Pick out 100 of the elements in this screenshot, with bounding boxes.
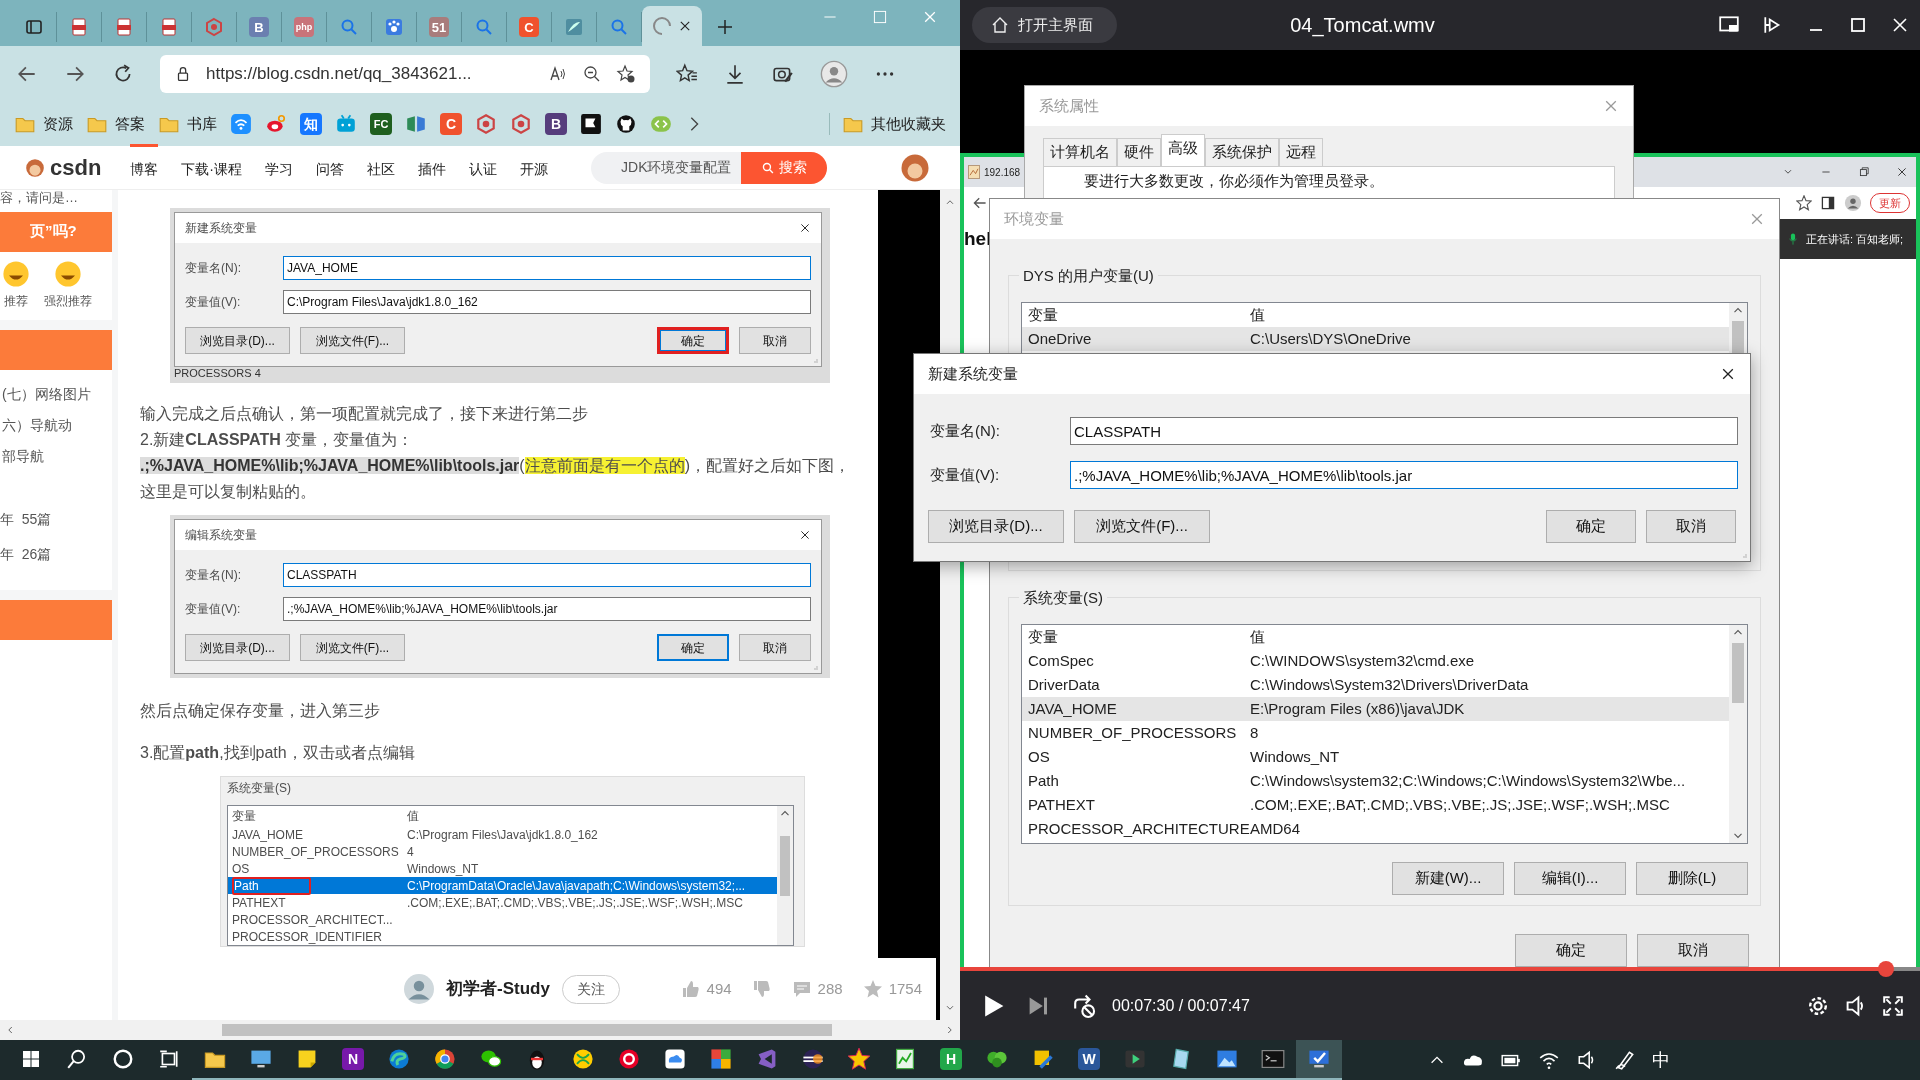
star-outline-icon[interactable] xyxy=(1796,195,1812,211)
dialog-button[interactable]: 确定 xyxy=(1515,934,1627,967)
flag-icon[interactable] xyxy=(580,113,602,135)
dialog-button[interactable]: 确定 xyxy=(657,634,729,661)
dialog-button[interactable]: 浏览目录(D)... xyxy=(185,327,290,354)
tab[interactable]: 高级 xyxy=(1161,134,1205,166)
list-row[interactable]: PATHEXT .COM;.EXE;.BAT;.CMD;.VBS;.VBE;.JS;.JSE;.WSF;.WSH;.MSC xyxy=(1022,793,1729,817)
hexagon-icon[interactable] xyxy=(475,113,497,135)
dialog-button[interactable]: 浏览文件(F)... xyxy=(1074,510,1210,543)
home-button[interactable]: 打开主界面 xyxy=(972,7,1117,43)
site-logo[interactable]: C xyxy=(440,113,462,135)
sidebar-link[interactable]: 六）导航动 xyxy=(0,404,112,436)
nav-link[interactable]: 认证 xyxy=(469,143,498,192)
zoom-out-icon[interactable] xyxy=(582,64,602,84)
list-row[interactable]: OS Windows_NT xyxy=(1022,745,1729,769)
list-row[interactable]: JAVA_HOME C:\Program Files\Java\jdk1.8.0_162 xyxy=(228,826,777,843)
list-row[interactable]: Path C:\Windows\system32;C:\Windows;C:\Windows\System32\Wbe... xyxy=(1022,769,1729,793)
profile-icon[interactable] xyxy=(1844,194,1862,212)
progress-thumb[interactable] xyxy=(1878,961,1895,977)
text-field[interactable]: CLASSPATH xyxy=(283,563,811,587)
nav-link[interactable]: 开源 xyxy=(520,143,549,192)
bookmark[interactable]: 其他收藏夹 xyxy=(829,112,946,136)
nav-link[interactable]: 插件 xyxy=(418,143,447,192)
tab[interactable]: 系统保护 xyxy=(1205,138,1279,166)
author-name[interactable]: 初学者-Study xyxy=(446,976,550,1002)
nav-link[interactable]: 问答 xyxy=(316,143,345,192)
text-field[interactable]: JAVA_HOME xyxy=(283,256,811,280)
dialog-button[interactable]: 确定 xyxy=(657,327,729,354)
download-icon[interactable] xyxy=(724,63,746,85)
input-method-button[interactable]: 中 xyxy=(1652,1046,1670,1074)
scrollbar-thumb[interactable] xyxy=(222,1024,832,1036)
sidebar-icon[interactable] xyxy=(1820,195,1836,211)
browser-tab[interactable]: B xyxy=(237,12,282,42)
dialog-button[interactable]: 取消 xyxy=(1646,510,1736,543)
hexagon-icon[interactable] xyxy=(510,113,532,135)
pen-icon[interactable] xyxy=(1614,1049,1636,1071)
dialog-button[interactable]: 新建(W)... xyxy=(1392,862,1504,895)
bookmark[interactable]: 资源 xyxy=(14,112,73,136)
list-row[interactable]: PROCESSOR_ARCHITECT... xyxy=(228,911,777,928)
nav-link[interactable]: 社区 xyxy=(367,143,396,192)
follow-button[interactable]: 关注 xyxy=(561,974,620,1004)
text-field[interactable]: .;%JAVA_HOME%\lib;%JAVA_HOME%\lib\tools.jar xyxy=(1070,461,1738,489)
site-logo[interactable]: B xyxy=(545,113,567,135)
sidebar-link[interactable]: 部导航 xyxy=(0,435,112,467)
list-row[interactable]: Path C:\ProgramData\Oracle\Java\javapath;C:\Windows\system32;... xyxy=(228,877,777,894)
favorites-icon[interactable] xyxy=(676,63,698,85)
list-row[interactable]: PROCESSOR_ARCHITECTUREAMD64 xyxy=(1022,817,1729,841)
search-field[interactable]: JDK环境变量配置 xyxy=(591,151,742,184)
archive-link[interactable]: 年 26篇 xyxy=(0,529,112,565)
bookmark[interactable]: 书库 xyxy=(158,112,217,136)
sidebar-link[interactable]: (七）网络图片 xyxy=(0,369,112,405)
avatar-icon[interactable] xyxy=(820,60,848,88)
dialog-button[interactable]: 删除(L) xyxy=(1636,862,1748,895)
scrollbar-thumb[interactable] xyxy=(1732,643,1744,703)
fullscreen-icon[interactable] xyxy=(1882,994,1904,1017)
dialog-button[interactable]: 编辑(I)... xyxy=(1514,862,1626,895)
list-row[interactable]: PATHEXT .COM;.EXE;.BAT;.CMD;.VBS;.VBE;.JS;.JSE;.WSF;.WSH;.MSC xyxy=(228,894,777,911)
list-row[interactable]: PROCESSOR_IDENTIFIER xyxy=(228,928,777,945)
list-row[interactable]: OS Windows_NT xyxy=(228,860,777,877)
dialog-button[interactable]: 确定 xyxy=(1546,510,1636,543)
variable-value: E:\Program Files (x86)\java\JDK xyxy=(1250,698,1465,719)
dialog-button[interactable]: 取消 xyxy=(1637,934,1749,967)
add-favorite-icon[interactable] xyxy=(616,64,636,84)
list-row[interactable]: OneDrive C:\Users\DYS\OneDrive xyxy=(1022,327,1729,351)
list-row[interactable]: ComSpec C:\WINDOWS\system32\cmd.exe xyxy=(1022,649,1729,673)
back-icon[interactable] xyxy=(972,195,988,211)
avatar-icon[interactable] xyxy=(900,152,931,183)
scrollbar-thumb[interactable] xyxy=(780,836,790,896)
nav-link[interactable]: 下载·课程 xyxy=(181,143,243,192)
taskbar-app[interactable]: W xyxy=(1066,1040,1112,1080)
nav-link[interactable]: 学习 xyxy=(265,143,294,192)
tab[interactable]: 远程 xyxy=(1279,138,1323,166)
taskbar-app[interactable]: N xyxy=(330,1040,376,1080)
list-row[interactable]: NUMBER_OF_PROCESSORS 8 xyxy=(1022,721,1729,745)
dialog-button[interactable]: 取消 xyxy=(739,327,811,354)
cat-icon[interactable] xyxy=(615,113,637,135)
book-icon[interactable] xyxy=(405,113,427,135)
browser-tab[interactable]: C xyxy=(507,12,552,42)
site-logo[interactable]: FC xyxy=(370,113,392,135)
update-button[interactable]: 更新 xyxy=(1870,192,1910,214)
tab[interactable]: 计算机名 xyxy=(1043,138,1117,166)
tab[interactable]: 硬件 xyxy=(1117,138,1161,166)
text-field[interactable]: CLASSPATH xyxy=(1070,417,1738,445)
eye-icon[interactable] xyxy=(265,113,287,135)
dialog-button[interactable]: 浏览目录(D)... xyxy=(185,634,290,661)
text-field[interactable]: .;%JAVA_HOME%\lib;%JAVA_HOME%\lib\tools.jar xyxy=(283,597,811,621)
list-row[interactable]: JAVA_HOME E:\Program Files (x86)\java\JDK xyxy=(1022,697,1729,721)
site-logo[interactable]: 知 xyxy=(300,113,322,135)
dialog-button[interactable]: 浏览文件(F)... xyxy=(300,327,405,354)
archive-link[interactable]: 年 55篇 xyxy=(0,466,112,530)
browser-tab[interactable]: 51 xyxy=(417,12,462,42)
text-field[interactable]: C:\Program Files\Java\jdk1.8.0_162 xyxy=(283,290,811,314)
bookmark[interactable]: 答案 xyxy=(86,112,145,136)
dialog-button[interactable]: 浏览目录(D)... xyxy=(928,510,1064,543)
list-row[interactable]: DriverData C:\Windows\System32\Drivers\DriverData xyxy=(1022,673,1729,697)
address-bar[interactable]: https://blog.csdn.net/qq_3843621... xyxy=(160,55,650,93)
list-row[interactable]: NUMBER_OF_PROCESSORS 4 xyxy=(228,843,777,860)
maximize-icon[interactable] xyxy=(1848,15,1868,35)
dialog-button[interactable]: 浏览文件(F)... xyxy=(300,634,405,661)
dialog-button[interactable]: 取消 xyxy=(739,634,811,661)
